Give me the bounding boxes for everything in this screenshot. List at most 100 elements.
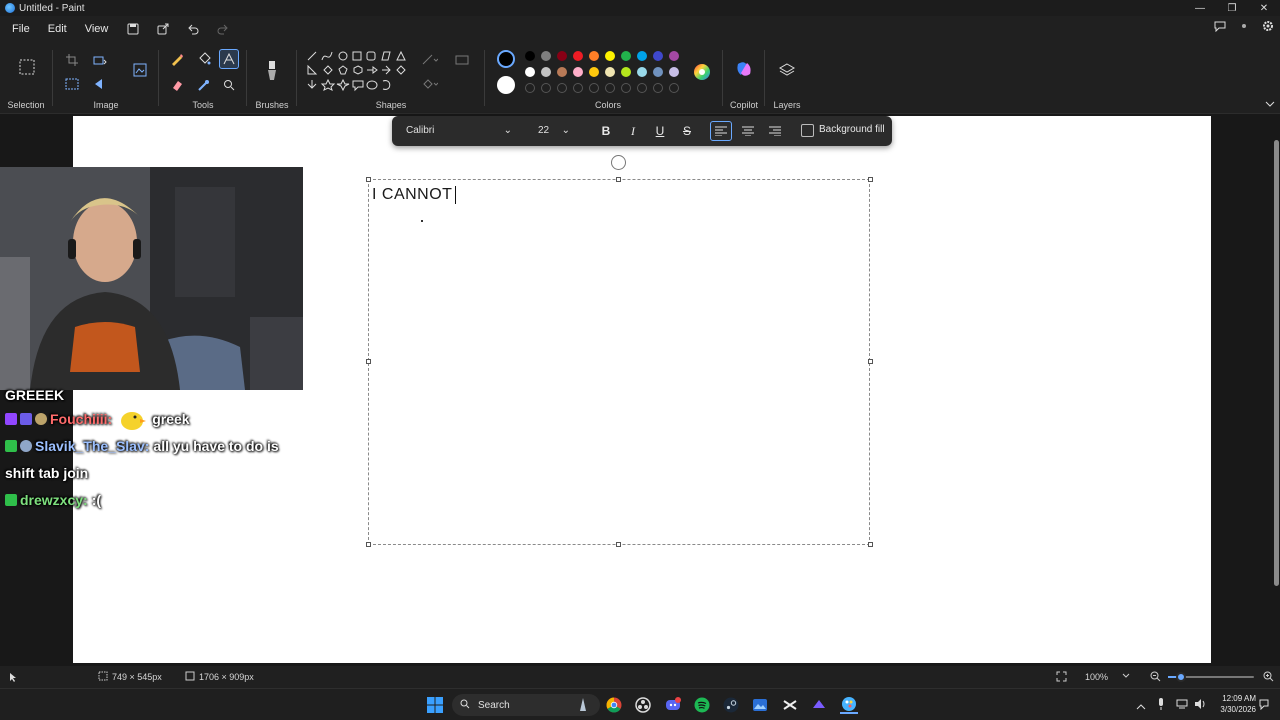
color-swatch[interactable] <box>589 51 599 61</box>
zoom-slider[interactable] <box>1168 672 1254 682</box>
custom-color-slot[interactable] <box>653 83 663 93</box>
menu-file[interactable]: File <box>12 23 30 35</box>
shape-fill-icon[interactable] <box>420 74 440 94</box>
resize-handle[interactable] <box>616 542 621 547</box>
rotate-handle-icon[interactable] <box>611 155 626 170</box>
outline-icon[interactable] <box>420 50 440 70</box>
color-swatch[interactable] <box>557 51 567 61</box>
remove-background-icon[interactable] <box>62 74 82 94</box>
crop-icon[interactable] <box>62 50 82 70</box>
color-swatch[interactable] <box>621 67 631 77</box>
color-swatch[interactable] <box>541 51 551 61</box>
color-swatch[interactable] <box>573 67 583 77</box>
spotify-icon[interactable] <box>693 696 711 714</box>
redo-icon[interactable] <box>212 18 234 40</box>
undo-icon[interactable] <box>182 18 204 40</box>
save-icon[interactable] <box>122 18 144 40</box>
color-swatch[interactable] <box>653 51 663 61</box>
custom-color-slot[interactable] <box>637 83 647 93</box>
rotate-icon[interactable] <box>90 74 110 94</box>
brush-icon[interactable] <box>261 56 283 86</box>
strikethrough-button[interactable]: S <box>676 121 698 141</box>
underline-button[interactable]: U <box>649 121 671 141</box>
color-swatch[interactable] <box>557 67 567 77</box>
game-app-icon[interactable] <box>810 696 828 714</box>
notification-icon[interactable] <box>1258 698 1270 713</box>
secondary-color-swatch[interactable] <box>497 76 515 94</box>
color-swatch[interactable] <box>653 67 663 77</box>
resize-handle[interactable] <box>366 177 371 182</box>
align-left-button[interactable] <box>710 121 732 141</box>
color-swatch[interactable] <box>637 51 647 61</box>
color-swatch[interactable] <box>573 51 583 61</box>
settings-gear-icon[interactable] <box>1262 20 1274 35</box>
custom-color-slot[interactable] <box>573 83 583 93</box>
color-swatch[interactable] <box>669 51 679 61</box>
photos-icon[interactable] <box>751 696 769 714</box>
zoom-level-select[interactable]: 100% <box>1085 672 1108 682</box>
system-clock[interactable]: 12:09 AM 3/30/2026 <box>1220 693 1256 715</box>
restore-button[interactable]: ❐ <box>1216 0 1248 16</box>
vertical-scrollbar[interactable] <box>1274 140 1279 586</box>
copilot-icon[interactable] <box>733 58 755 80</box>
volume-icon[interactable] <box>1194 698 1206 713</box>
account-icon[interactable] <box>1238 20 1250 35</box>
color-swatch[interactable] <box>541 67 551 77</box>
microphone-icon[interactable] <box>1157 698 1165 713</box>
network-icon[interactable] <box>1176 698 1188 713</box>
layers-icon[interactable] <box>777 60 797 80</box>
align-right-button[interactable] <box>764 121 786 141</box>
steam-icon[interactable] <box>722 696 740 714</box>
obs-icon[interactable] <box>634 696 652 714</box>
image-edit-icon[interactable] <box>130 60 150 80</box>
color-swatch[interactable] <box>589 67 599 77</box>
taskbar-search[interactable]: Search <box>452 694 600 716</box>
custom-color-slot[interactable] <box>621 83 631 93</box>
fill-icon[interactable] <box>194 49 214 69</box>
color-picker-icon[interactable] <box>194 75 214 95</box>
text-tool-icon[interactable] <box>219 49 239 69</box>
color-swatch[interactable] <box>525 67 535 77</box>
chevron-down-icon[interactable] <box>1122 671 1130 681</box>
chrome-icon[interactable] <box>605 696 623 714</box>
feedback-icon[interactable] <box>1214 20 1226 35</box>
custom-color-slot[interactable] <box>525 83 535 93</box>
custom-color-slot[interactable] <box>589 83 599 93</box>
custom-color-slot[interactable] <box>557 83 567 93</box>
windows-start-icon[interactable] <box>426 696 444 714</box>
bold-button[interactable]: B <box>595 121 617 141</box>
color-swatch[interactable] <box>605 67 615 77</box>
shape-style-icon[interactable] <box>452 50 472 70</box>
resize-handle[interactable] <box>868 359 873 364</box>
background-fill-checkbox[interactable] <box>801 124 814 137</box>
resize-handle[interactable] <box>616 177 621 182</box>
zoom-in-icon[interactable] <box>1263 671 1274 684</box>
color-swatch[interactable] <box>605 51 615 61</box>
resize-handle[interactable] <box>366 542 371 547</box>
edit-colors-icon[interactable] <box>690 60 714 84</box>
color-swatch[interactable] <box>621 51 631 61</box>
italic-button[interactable]: I <box>622 121 644 141</box>
color-swatch[interactable] <box>637 67 647 77</box>
discord-icon[interactable] <box>664 696 682 714</box>
primary-color-swatch[interactable] <box>497 50 515 68</box>
ribbon-collapse-icon[interactable] <box>1262 96 1278 112</box>
font-family-select[interactable]: Calibri ⌄ <box>400 121 518 141</box>
share-icon[interactable] <box>152 18 174 40</box>
paint-taskbar-icon[interactable] <box>840 696 858 714</box>
resize-handle[interactable] <box>366 359 371 364</box>
tray-chevron-up-icon[interactable] <box>1136 699 1146 713</box>
custom-color-slot[interactable] <box>541 83 551 93</box>
zoom-out-icon[interactable] <box>1150 671 1161 684</box>
shapes-grid-icon[interactable] <box>304 50 410 96</box>
magnifier-icon[interactable] <box>219 75 239 95</box>
font-size-select[interactable]: 22 ⌄ <box>532 121 574 141</box>
eraser-icon[interactable] <box>167 75 187 95</box>
text-box-selection[interactable] <box>368 179 870 545</box>
align-center-button[interactable] <box>737 121 759 141</box>
canvas-text-content[interactable]: I CANNOT <box>372 186 457 204</box>
custom-color-slot[interactable] <box>669 83 679 93</box>
resize-handle[interactable] <box>868 542 873 547</box>
capcut-icon[interactable] <box>781 696 799 714</box>
minimize-button[interactable]: — <box>1184 0 1216 16</box>
